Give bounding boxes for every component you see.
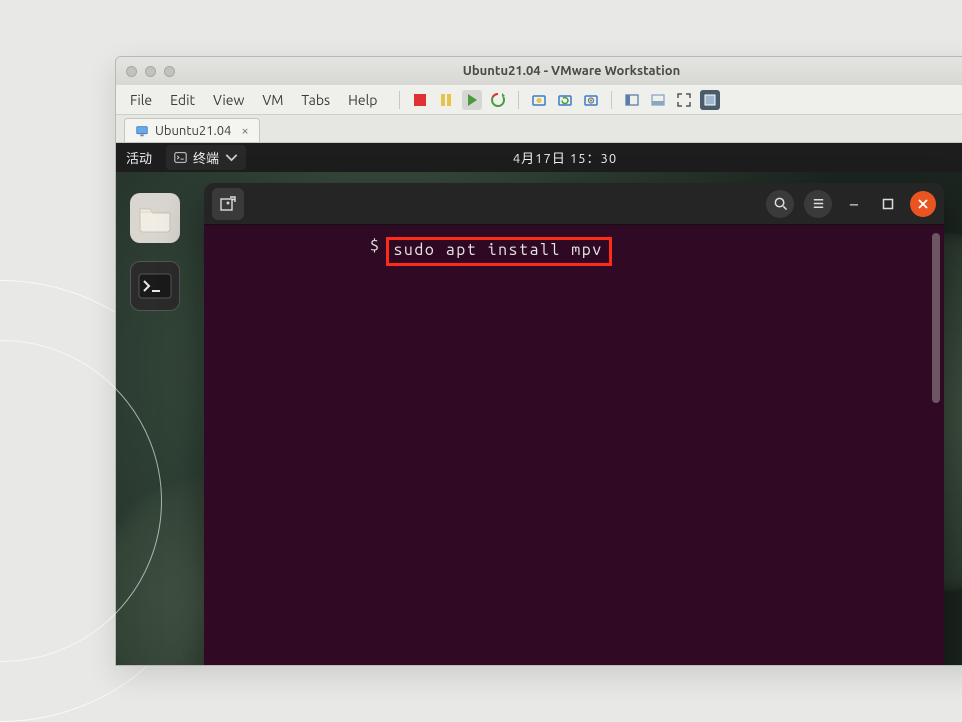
folder-icon [138,203,172,233]
close-icon [917,198,929,210]
terminal-search-button[interactable] [766,190,794,218]
terminal-close-button[interactable] [910,191,936,217]
terminal-prompt-symbol: $ [370,237,380,255]
terminal-command-text: sudo apt install mpv [393,241,602,259]
vmware-titlebar[interactable]: Ubuntu21.04 - VMware Workstation [116,57,962,85]
new-tab-icon [219,195,237,213]
activities-button[interactable]: 活动 [126,148,152,167]
terminal-body[interactable]: $ sudo apt install mpv [204,225,944,665]
terminal-headerbar[interactable]: − [204,183,944,225]
pause-icon[interactable] [436,90,456,110]
snapshot-icon[interactable] [529,90,549,110]
vmware-tabstrip: Ubuntu21.04 × [116,115,962,143]
menu-tabs[interactable]: Tabs [293,88,338,112]
traffic-zoom-icon[interactable] [164,66,175,77]
menu-view[interactable]: View [205,88,252,112]
vm-tab-ubuntu[interactable]: Ubuntu21.04 × [124,118,260,142]
menu-edit[interactable]: Edit [162,88,203,112]
chevron-down-icon [225,151,238,164]
clock[interactable]: 4月17日 15：30 [513,148,617,167]
unity-mode-icon[interactable] [700,90,720,110]
traffic-minimize-icon[interactable] [145,66,156,77]
fullscreen-icon[interactable] [674,90,694,110]
vmware-menubar: File Edit View VM Tabs Help [116,85,962,115]
gnome-terminal-window: − $ sudo apt install mpv [204,183,944,665]
dock-item-terminal[interactable] [130,261,180,311]
terminal-command-highlight: sudo apt install mpv [386,237,611,266]
power-off-icon[interactable] [410,90,430,110]
hamburger-icon [811,196,826,211]
vmware-title: Ubuntu21.04 - VMware Workstation [189,64,954,78]
terminal-icon [138,273,172,299]
maximize-icon [882,198,894,210]
side-panel-icon[interactable] [622,90,642,110]
terminal-scrollbar[interactable] [932,233,940,403]
menu-help[interactable]: Help [340,88,385,112]
snapshot-revert-icon[interactable] [555,90,575,110]
menu-file[interactable]: File [122,88,160,112]
restart-icon[interactable] [488,90,508,110]
gnome-topbar: 活动 终端 4月17日 15：30 英 [116,143,962,172]
menu-vm[interactable]: VM [254,88,291,112]
window-controls [126,66,175,77]
app-indicator[interactable]: 终端 [166,145,246,170]
terminal-prompt-line: $ sudo apt install mpv [216,237,932,266]
bottom-panel-icon[interactable] [648,90,668,110]
vmware-toolbar [395,90,720,110]
traffic-close-icon[interactable] [126,66,137,77]
monitor-icon [135,124,149,138]
vm-tab-close[interactable]: × [241,124,248,138]
vm-tab-label: Ubuntu21.04 [155,124,231,138]
vm-viewport: 活动 终端 4月17日 15：30 英 [116,143,962,665]
dock-item-files[interactable] [130,193,180,243]
terminal-menu-button[interactable] [804,190,832,218]
vmware-window: Ubuntu21.04 - VMware Workstation File Ed… [115,56,962,666]
terminal-maximize-button[interactable] [876,192,900,216]
terminal-icon [174,151,187,164]
terminal-minimize-button[interactable]: − [842,192,866,216]
snapshot-manager-icon[interactable] [581,90,601,110]
new-tab-button[interactable] [212,188,244,220]
app-indicator-label: 终端 [193,148,219,167]
dash-dock [124,187,190,317]
search-icon [773,196,788,211]
play-icon[interactable] [462,90,482,110]
